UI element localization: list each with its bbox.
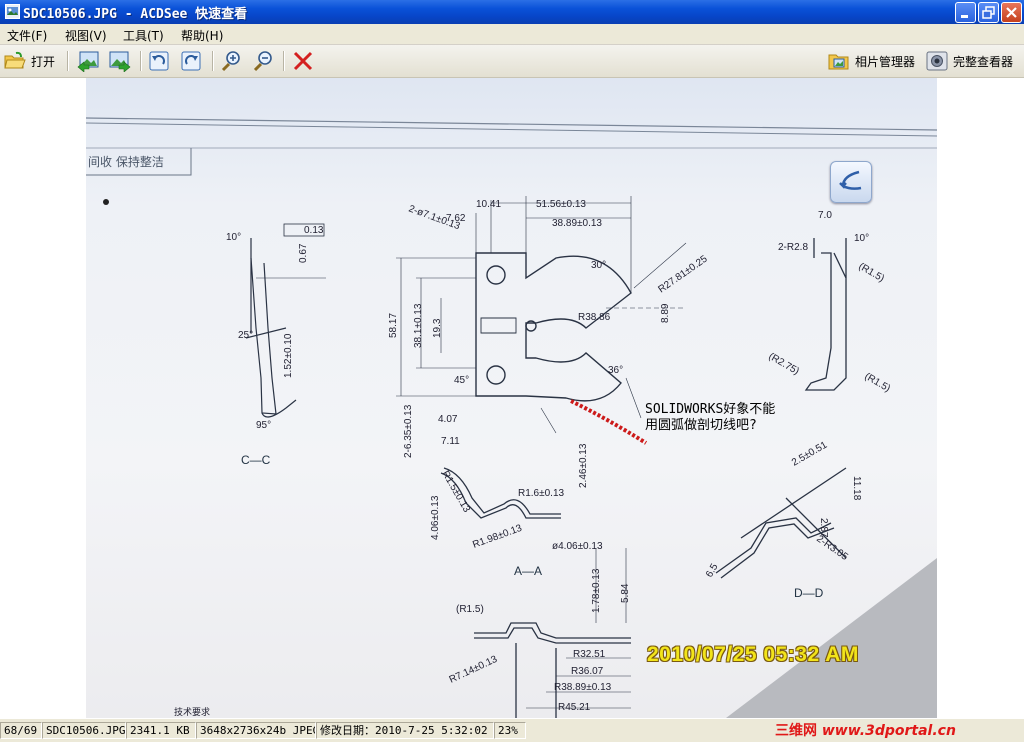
title-bar[interactable]: SDC10506.JPG - ACDSee 快速查看: [0, 0, 1024, 24]
status-filesize: 2341.1 KB: [126, 722, 196, 739]
open-label: 打开: [31, 54, 56, 69]
rotate-right-icon: [181, 51, 201, 71]
toolbar-separator: [283, 51, 285, 71]
next-image-button[interactable]: [108, 48, 132, 74]
minimize-button[interactable]: [955, 2, 976, 23]
close-button[interactable]: [1001, 2, 1022, 23]
photo-manager-label: 相片管理器: [855, 54, 916, 69]
toolbar-separator: [67, 51, 69, 71]
toolbar-separator: [140, 51, 142, 71]
status-modified-date: 修改日期：2010-7-25 5:32:02: [316, 722, 494, 739]
status-filename: SDC10506.JPG: [42, 722, 126, 739]
photo-manager-button[interactable]: 相片管理器: [828, 48, 915, 74]
back-arrow-icon: [839, 170, 862, 190]
photo-manager-icon: [828, 54, 849, 70]
paper-shadow-corner: [726, 558, 937, 718]
toolbar-separator: [212, 51, 214, 71]
zoom-out-button[interactable]: [252, 48, 276, 74]
status-zoom: 23%: [494, 722, 526, 739]
menu-bar: 文件(F) 视图(V) 工具(T) 帮助(H): [0, 24, 1024, 45]
open-folder-icon: [4, 51, 26, 69]
minimize-icon: [961, 15, 968, 18]
previous-image-icon: [77, 51, 99, 72]
status-image-index: 68/69: [0, 722, 42, 739]
site-watermark: 三维网 www.3dportal.cn: [775, 720, 1024, 740]
full-viewer-button[interactable]: 完整查看器: [926, 48, 1013, 74]
delete-button[interactable]: [292, 48, 314, 74]
watermark-url: www.3dportal.cn: [821, 723, 956, 739]
acdsee-app-icon: [5, 4, 20, 19]
menu-view[interactable]: 视图(V): [65, 27, 107, 44]
next-image-icon: [109, 51, 131, 72]
date-stamp: 2010/07/25 05:32 AM: [647, 643, 859, 666]
zoom-in-button[interactable]: [220, 48, 244, 74]
rotate-left-icon: [149, 51, 169, 71]
photo-of-engineering-drawing: 间收 保持整洁 51.56±0.13 38.89±0.13 10.41 7.62…: [86, 78, 937, 718]
full-viewer-label: 完整查看器: [953, 54, 1014, 69]
rotate-right-button[interactable]: [180, 48, 202, 74]
restore-icon: [982, 6, 995, 19]
menu-file[interactable]: 文件(F): [7, 27, 47, 44]
image-viewer[interactable]: 间收 保持整洁 51.56±0.13 38.89±0.13 10.41 7.62…: [0, 78, 1024, 718]
open-button[interactable]: 打开: [4, 48, 55, 74]
rotate-left-button[interactable]: [148, 48, 170, 74]
menu-help[interactable]: 帮助(H): [181, 27, 223, 44]
window-title: SDC10506.JPG - ACDSee 快速查看: [23, 7, 248, 22]
menu-tools[interactable]: 工具(T): [123, 27, 164, 44]
annotation-text: SOLIDWORKS好象不能用圆弧做剖切线吧?: [645, 402, 776, 433]
zoom-out-icon: [253, 51, 272, 72]
status-image-dimensions: 3648x2736x24b JPEG: [196, 722, 316, 739]
toolbar: 打开 相片管理器 完整查看器: [0, 45, 1024, 78]
close-icon: [1006, 7, 1017, 18]
previous-image-button[interactable]: [76, 48, 100, 74]
full-viewer-icon: [926, 51, 948, 71]
restore-button[interactable]: [978, 2, 999, 23]
watermark-cn: 三维网: [775, 723, 817, 739]
zoom-in-icon: [221, 51, 240, 72]
delete-icon: [293, 51, 313, 71]
back-navigation-button[interactable]: [830, 161, 872, 203]
